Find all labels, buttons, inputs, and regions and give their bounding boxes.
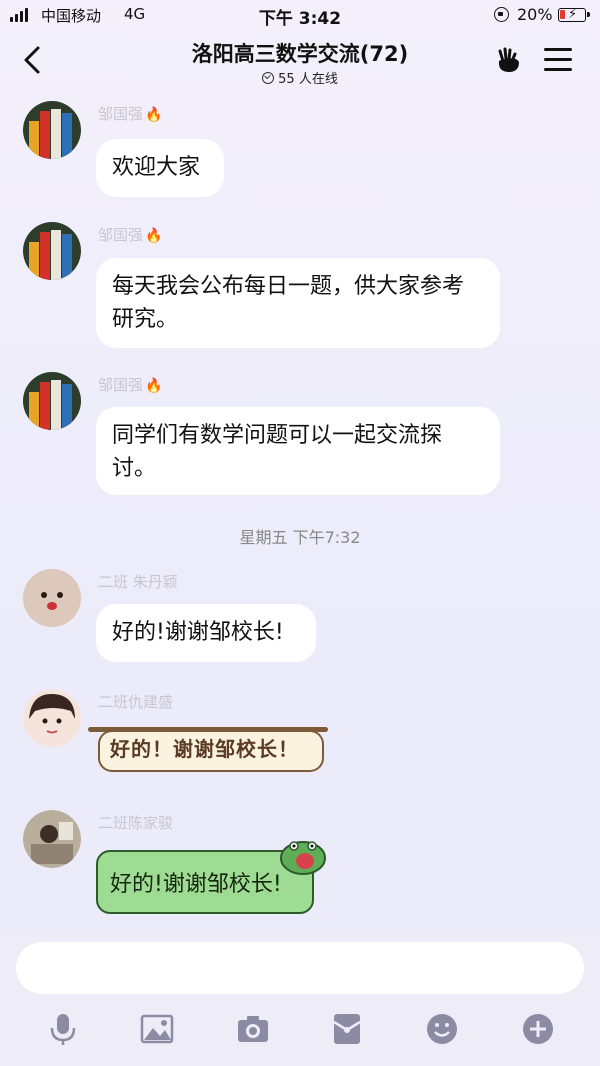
online-count: 55 人在线 (278, 72, 338, 87)
status-time: 下午 3:42 (258, 9, 342, 29)
sender-name: 二班 朱丹颖 (98, 573, 178, 591)
sender-name: 二班陈家骏 (98, 814, 174, 832)
microphone-icon[interactable] (48, 1012, 78, 1046)
sender-name: 邹国强 🔥 (98, 105, 163, 123)
hand-gesture-icon[interactable] (494, 45, 524, 75)
plus-icon[interactable] (522, 1012, 554, 1046)
message-bubble[interactable]: 好的！谢谢邹校长！ (88, 721, 328, 779)
message-bubble[interactable]: 欢迎大家 (96, 139, 224, 197)
avatar[interactable] (23, 810, 81, 868)
emoji-icon[interactable] (426, 1012, 458, 1046)
monster-sticker-icon (280, 841, 326, 875)
image-icon[interactable] (140, 1012, 174, 1046)
status-bar: 中国移动 4G 下午 3:42 20% ⚡ (0, 0, 600, 32)
fire-badge-icon: 🔥 (145, 378, 163, 394)
rotation-lock-icon (494, 7, 509, 22)
sender-name: 二班仇建盛 (98, 693, 174, 711)
message-text: 好的！谢谢邹校长！ (110, 737, 299, 761)
fire-badge-icon: 🔥 (145, 107, 163, 123)
battery-icon: ⚡ (558, 7, 590, 22)
avatar[interactable] (23, 222, 81, 280)
message-bubble[interactable]: 每天我会公布每日一题，供大家参考研究。 (96, 258, 500, 348)
online-icon (262, 71, 275, 84)
camera-icon[interactable] (236, 1012, 270, 1046)
message-bubble[interactable]: 好的!谢谢邹校长! (96, 604, 316, 662)
fire-badge-icon: 🔥 (145, 228, 163, 244)
time-divider: 星期五 下午7:32 (239, 528, 361, 547)
avatar[interactable] (23, 101, 81, 159)
avatar[interactable] (23, 689, 81, 747)
scroll-rod (88, 727, 328, 732)
battery-percent: 20% (517, 5, 553, 24)
sender-name: 邹国强 🔥 (98, 226, 163, 244)
avatar[interactable] (23, 372, 81, 430)
chat-header: 洛阳高三数学交流(72) 55 人在线 (0, 32, 600, 90)
message-bubble[interactable]: 同学们有数学问题可以一起交流探讨。 (96, 407, 500, 495)
sender-name: 邹国强 🔥 (98, 376, 163, 394)
message-text: 好的!谢谢邹校长! (110, 872, 282, 897)
menu-icon[interactable] (544, 48, 572, 72)
avatar[interactable] (23, 569, 81, 627)
red-packet-icon[interactable] (332, 1012, 362, 1046)
message-input[interactable] (16, 942, 584, 994)
composer-bar (0, 932, 600, 1066)
